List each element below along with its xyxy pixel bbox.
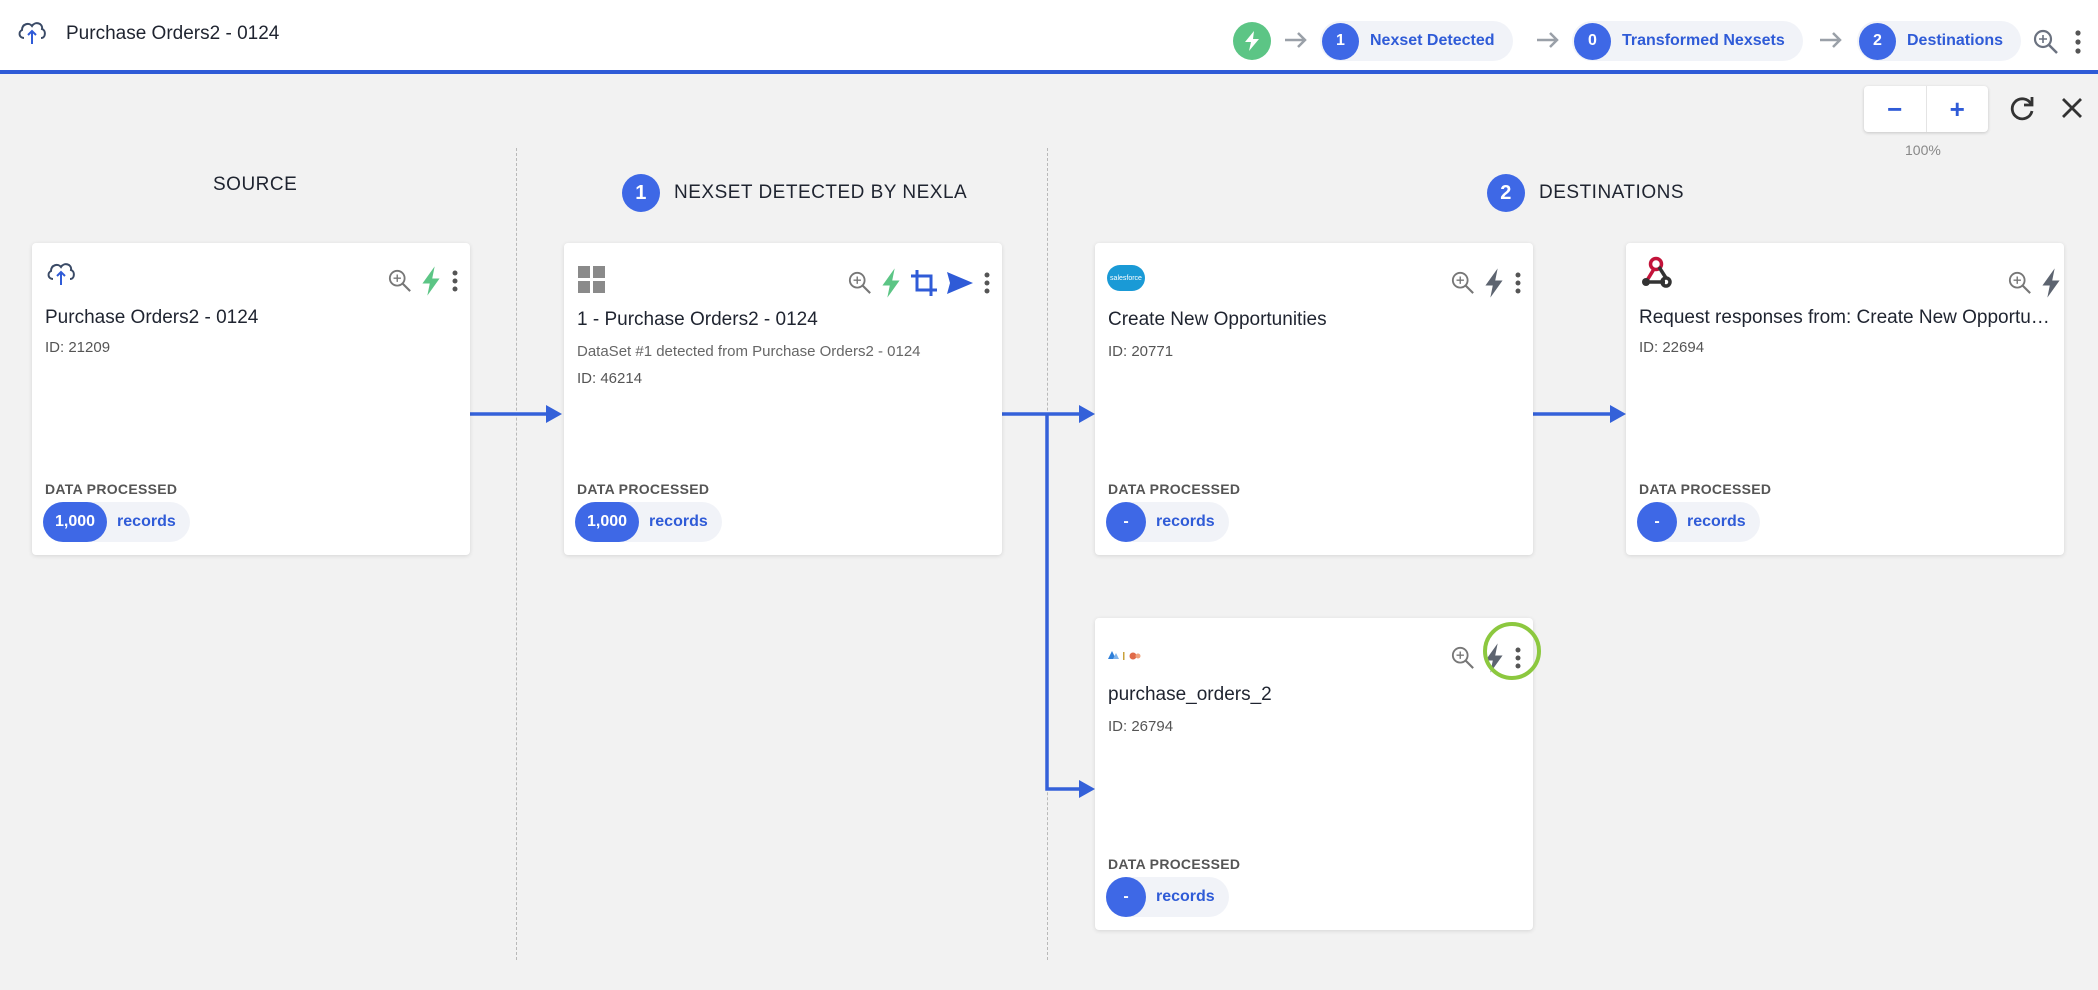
data-processed-label: DATA PROCESSED [45, 481, 178, 497]
salesforce-logo: salesforce [1107, 265, 1145, 291]
send-icon[interactable] [946, 271, 974, 295]
search-icon[interactable] [2008, 271, 2032, 295]
card-id: ID: 46214 [577, 370, 643, 387]
records-unit: records [1687, 513, 1746, 530]
source-card[interactable]: Purchase Orders2 - 0124 ID: 21209 DATA P… [32, 243, 470, 555]
search-icon[interactable] [1451, 646, 1475, 670]
salesforce-logo-text: salesforce [1110, 274, 1142, 282]
destination-card-salesforce[interactable]: salesforce Create New Opportunities ID: … [1095, 243, 1533, 555]
card-title: Purchase Orders2 - 0124 [45, 307, 259, 328]
card-title: Create New Opportunities [1108, 309, 1327, 330]
data-processed-label: DATA PROCESSED [1639, 481, 1772, 497]
card-id: ID: 22694 [1639, 339, 1705, 356]
webhook-icon [1642, 256, 1672, 288]
card-title: 1 - Purchase Orders2 - 0124 [577, 309, 818, 330]
records-unit: records [1156, 888, 1215, 905]
cloud-upload-icon [47, 263, 75, 285]
records-unit: records [649, 513, 708, 530]
card-id: ID: 20771 [1108, 343, 1174, 360]
crop-icon[interactable] [910, 269, 938, 297]
card-actions [388, 265, 460, 297]
data-processed-label: DATA PROCESSED [1108, 481, 1241, 497]
search-icon[interactable] [388, 269, 412, 293]
nexset-card[interactable]: 1 - Purchase Orders2 - 0124 DataSet #1 d… [564, 243, 1002, 555]
card-actions [848, 267, 992, 299]
records-count: 1,000 [43, 502, 108, 542]
search-icon[interactable] [848, 271, 872, 295]
records-badge: - records [1106, 502, 1229, 542]
records-unit: records [117, 513, 176, 530]
records-badge: 1,000 records [43, 502, 190, 542]
more-vert-icon[interactable] [982, 271, 992, 295]
records-count: 1,000 [575, 502, 640, 542]
destination-card-webhook[interactable]: Request responses from: Create New Oppor… [1626, 243, 2064, 555]
more-vert-icon[interactable] [450, 269, 460, 293]
records-badge: - records [1637, 502, 1760, 542]
bolt-icon[interactable] [880, 267, 902, 299]
records-badge: - records [1106, 877, 1229, 917]
card-title: Request responses from: Create New Oppor… [1639, 307, 2059, 328]
grid-icon [578, 266, 605, 293]
records-count: - [1106, 502, 1146, 542]
card-title: purchase_orders_2 [1108, 684, 1272, 705]
bolt-icon[interactable] [2040, 267, 2062, 299]
card-id: ID: 21209 [45, 339, 111, 356]
search-icon[interactable] [1451, 271, 1475, 295]
data-processed-label: DATA PROCESSED [1108, 856, 1241, 872]
records-count: - [1106, 877, 1146, 917]
card-actions [2008, 267, 2062, 299]
bolt-icon[interactable] [1483, 267, 1505, 299]
data-processed-label: DATA PROCESSED [577, 481, 710, 497]
card-description: DataSet #1 detected from Purchase Orders… [577, 343, 921, 360]
bolt-icon[interactable] [420, 265, 442, 297]
more-vert-icon[interactable] [1513, 271, 1523, 295]
card-actions [1451, 267, 1523, 299]
db-logo-icon [1108, 651, 1141, 660]
records-count: - [1637, 502, 1677, 542]
records-badge: 1,000 records [575, 502, 722, 542]
card-id: ID: 26794 [1108, 718, 1174, 735]
destination-card-purchase-orders[interactable]: purchase_orders_2 ID: 26794 DATA PROCESS… [1095, 618, 1541, 930]
records-unit: records [1156, 513, 1215, 530]
highlight-ring [1483, 622, 1541, 680]
